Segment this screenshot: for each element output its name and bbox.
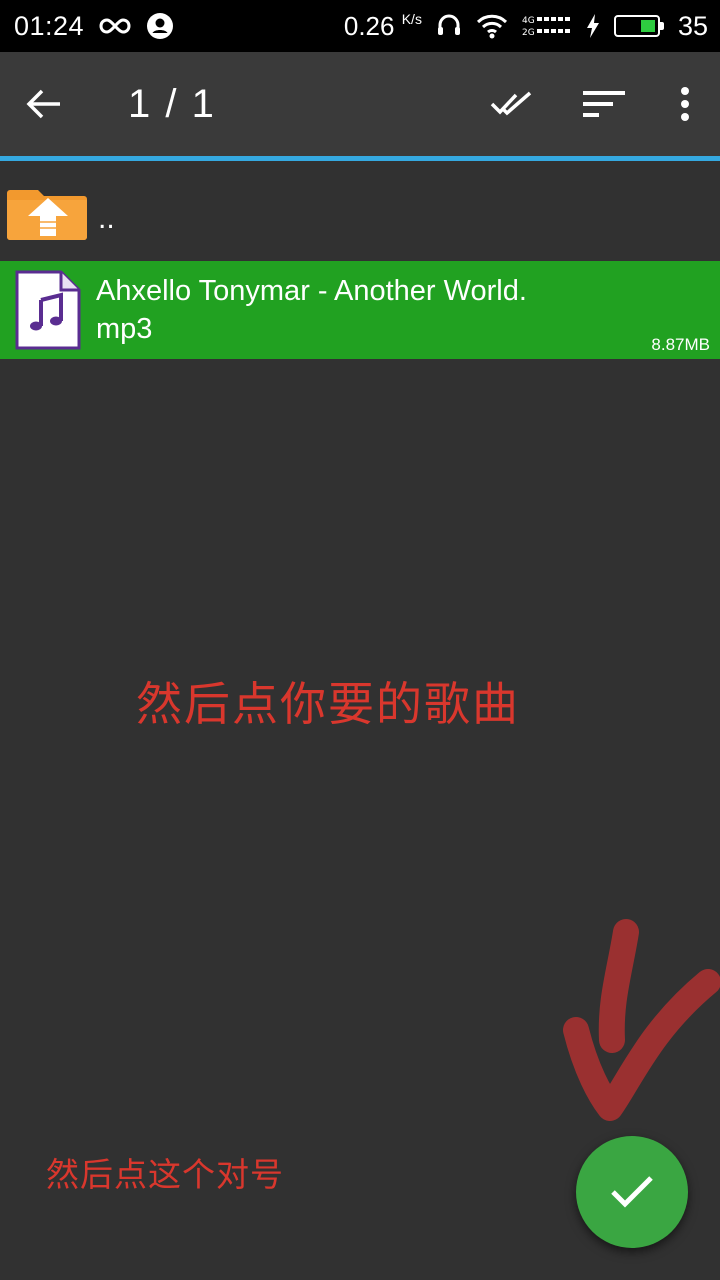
status-left: 01:24: [14, 11, 174, 42]
svg-text:4G: 4G: [522, 16, 535, 26]
svg-text:2G: 2G: [522, 28, 535, 38]
battery-icon: [613, 15, 664, 37]
wifi-icon: [476, 13, 508, 39]
annotation-check-hint: 然后点这个对号: [46, 1155, 284, 1194]
sort-button[interactable]: [558, 52, 650, 156]
file-name: Ahxello Tonymar - Another World. mp3: [96, 275, 527, 345]
toolbar: 1 / 1: [0, 52, 720, 156]
status-right: 0.26 K/s 4G 2G 35: [344, 11, 708, 42]
select-all-button[interactable]: [466, 52, 558, 156]
net-speed: 0.26 K/s: [344, 11, 422, 42]
more-options-button[interactable]: [650, 52, 720, 156]
page-title: 1 / 1: [128, 81, 216, 126]
parent-directory-row[interactable]: ..: [0, 166, 720, 258]
more-vert-icon: [680, 86, 690, 122]
infinity-icon: [98, 16, 132, 36]
parent-directory-label: ..: [98, 202, 115, 235]
screen: 01:24 0.26 K/s 4G 2G 35 1 / 1 .. Ahxello…: [0, 0, 720, 1280]
toolbar-divider: [0, 156, 720, 161]
signal-4g-2g-icon: 4G 2G: [522, 13, 572, 39]
annotation-song-hint: 然后点你要的歌曲: [136, 677, 520, 731]
charging-icon: [586, 13, 600, 39]
audio-file-icon: [14, 269, 82, 351]
file-list: .. Ahxello Tonymar - Another World. mp3 …: [0, 166, 720, 359]
battery-level: 35: [677, 10, 708, 41]
folder-up-icon: [6, 182, 90, 242]
annotation-arrow: [563, 919, 720, 1121]
status-bar: 01:24 0.26 K/s 4G 2G 35: [0, 0, 720, 52]
file-row-selected[interactable]: Ahxello Tonymar - Another World. mp3 8.8…: [0, 261, 720, 359]
headset-icon: [436, 13, 462, 39]
back-arrow-icon: [26, 89, 62, 119]
file-size: 8.87MB: [651, 335, 710, 354]
sort-icon: [583, 89, 625, 119]
check-icon: [610, 1175, 654, 1209]
status-time: 01:24: [14, 10, 85, 41]
confirm-fab-button[interactable]: [576, 1136, 688, 1248]
back-button[interactable]: [0, 52, 88, 156]
net-speed-value: 0.26: [343, 10, 395, 41]
net-speed-unit: K/s: [401, 10, 422, 27]
account-circle-icon: [146, 12, 174, 40]
battery-fill: [640, 20, 655, 32]
select-all-icon: [490, 91, 534, 117]
